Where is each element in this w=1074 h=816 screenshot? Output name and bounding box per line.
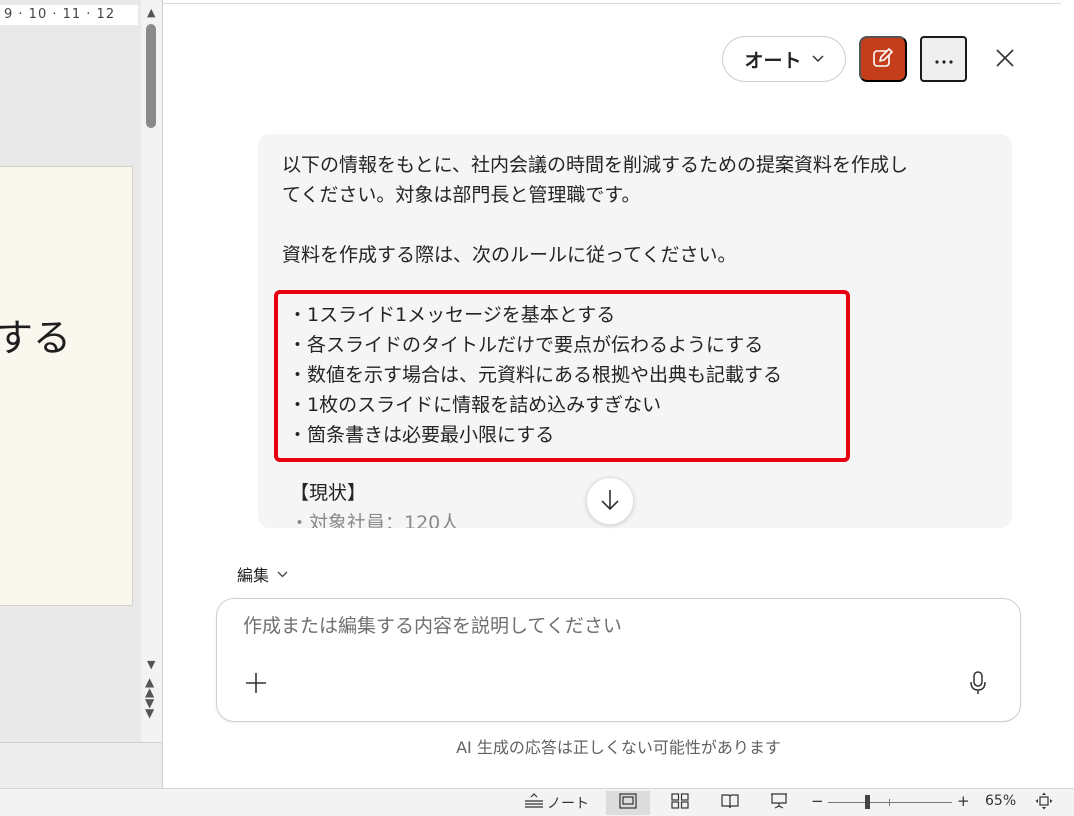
normal-view-button[interactable] <box>606 791 650 815</box>
slide-canvas[interactable]: する <box>0 166 133 606</box>
notes-toggle[interactable]: ノート <box>524 792 589 814</box>
message-rules-intro: 資料を作成する際は、次のルールに従ってください。 <box>282 244 737 266</box>
user-message: 以下の情報をもとに、社内会議の時間を削減するための提案資料を作成し てください。… <box>258 134 1012 528</box>
rule-item: ・箇条書きは必要最小限にする <box>288 424 555 446</box>
scroll-down-icon[interactable]: ▼ <box>147 658 155 671</box>
zoom-in-button[interactable]: + <box>957 792 970 810</box>
rules-highlight-box: ・1スライド1メッセージを基本とする ・各スライドのタイトルだけで要点が伝わるよ… <box>274 290 850 462</box>
status-heading: 【現状】 <box>290 482 367 504</box>
arrow-down-icon <box>599 488 621 515</box>
rule-item: ・1スライド1メッセージを基本とする <box>288 304 616 326</box>
microphone-icon <box>968 670 988 699</box>
mode-label: オート <box>744 50 802 72</box>
vertical-scrollbar[interactable]: ▲ ▼ ▲ ▲ ▼ ▼ <box>141 0 162 742</box>
prompt-input[interactable] <box>243 615 963 637</box>
scrollbar-thumb[interactable] <box>146 24 156 128</box>
more-options-button[interactable] <box>920 36 967 82</box>
compose-icon <box>872 47 894 72</box>
chevron-down-icon <box>811 52 824 66</box>
scroll-to-bottom-button[interactable] <box>586 477 634 525</box>
normal-view-icon <box>619 793 637 813</box>
close-icon <box>995 48 1015 71</box>
chevron-down-icon <box>277 568 288 581</box>
slide-show-button[interactable] <box>757 791 801 815</box>
status-bar: ノート − + 65% <box>0 788 1074 816</box>
message-intro-line: 以下の情報をもとに、社内会議の時間を削減するための提案資料を作成し <box>282 154 909 176</box>
notes-area[interactable] <box>0 742 162 788</box>
close-button[interactable] <box>985 38 1025 80</box>
edit-mode-toggle[interactable]: 編集 <box>237 562 288 586</box>
message-intro-line: てください。対象は部門長と管理職です。 <box>282 184 641 206</box>
book-icon <box>721 793 739 813</box>
edit-mode-label: 編集 <box>237 566 270 585</box>
zoom-level[interactable]: 65% <box>985 793 1016 809</box>
microphone-button[interactable] <box>963 669 993 699</box>
rule-item: ・各スライドのタイトルだけで要点が伝わるようにする <box>288 334 764 356</box>
prompt-composer <box>216 598 1021 722</box>
zoom-slider[interactable] <box>828 802 952 803</box>
add-attachment-button[interactable] <box>241 669 271 699</box>
copilot-pane: オート 以下の情報をもとに、社内会議の時間を削減するための提案資料を作成し てく… <box>163 0 1074 788</box>
fit-window-icon <box>1035 792 1053 814</box>
plus-icon <box>244 671 268 698</box>
previous-slide-icon[interactable]: ▲ ▲ <box>145 676 154 698</box>
notes-icon <box>524 793 544 813</box>
more-horizontal-icon <box>934 49 954 70</box>
horizontal-ruler: 9 · 10 · 11 · 12 <box>0 5 138 25</box>
slide-text[interactable]: する <box>0 307 71 362</box>
next-slide-icon[interactable]: ▼ ▼ <box>145 697 154 719</box>
zoom-out-button[interactable]: − <box>811 792 824 810</box>
rule-item: ・数値を示す場合は、元資料にある根拠や出典も記載する <box>288 364 783 386</box>
fit-to-window-button[interactable] <box>1034 792 1054 814</box>
zoom-slider-thumb[interactable] <box>865 795 870 809</box>
grid-icon <box>671 793 689 813</box>
new-chat-button[interactable] <box>859 36 907 82</box>
ai-disclaimer: AI 生成の応答は正しくない可能性があります <box>456 738 781 757</box>
zoom-slider-center-mark <box>889 799 890 806</box>
pane-top-border <box>163 0 1061 4</box>
presentation-icon <box>770 793 788 813</box>
mode-selector-button[interactable]: オート <box>722 36 846 82</box>
slide-editor-pane: 9 · 10 · 11 · 12 する ▲ ▼ ▲ ▲ ▼ ▼ <box>0 0 163 788</box>
rule-item: ・1枚のスライドに情報を詰め込みすぎない <box>288 394 662 416</box>
slide-sorter-button[interactable] <box>658 791 702 815</box>
notes-label: ノート <box>547 796 589 812</box>
reading-view-button[interactable] <box>708 791 752 815</box>
status-section: 【現状】 ・対象社員：120人 <box>290 478 459 528</box>
status-line: ・対象社員：120人 <box>290 512 460 528</box>
scroll-up-icon[interactable]: ▲ <box>147 6 155 19</box>
